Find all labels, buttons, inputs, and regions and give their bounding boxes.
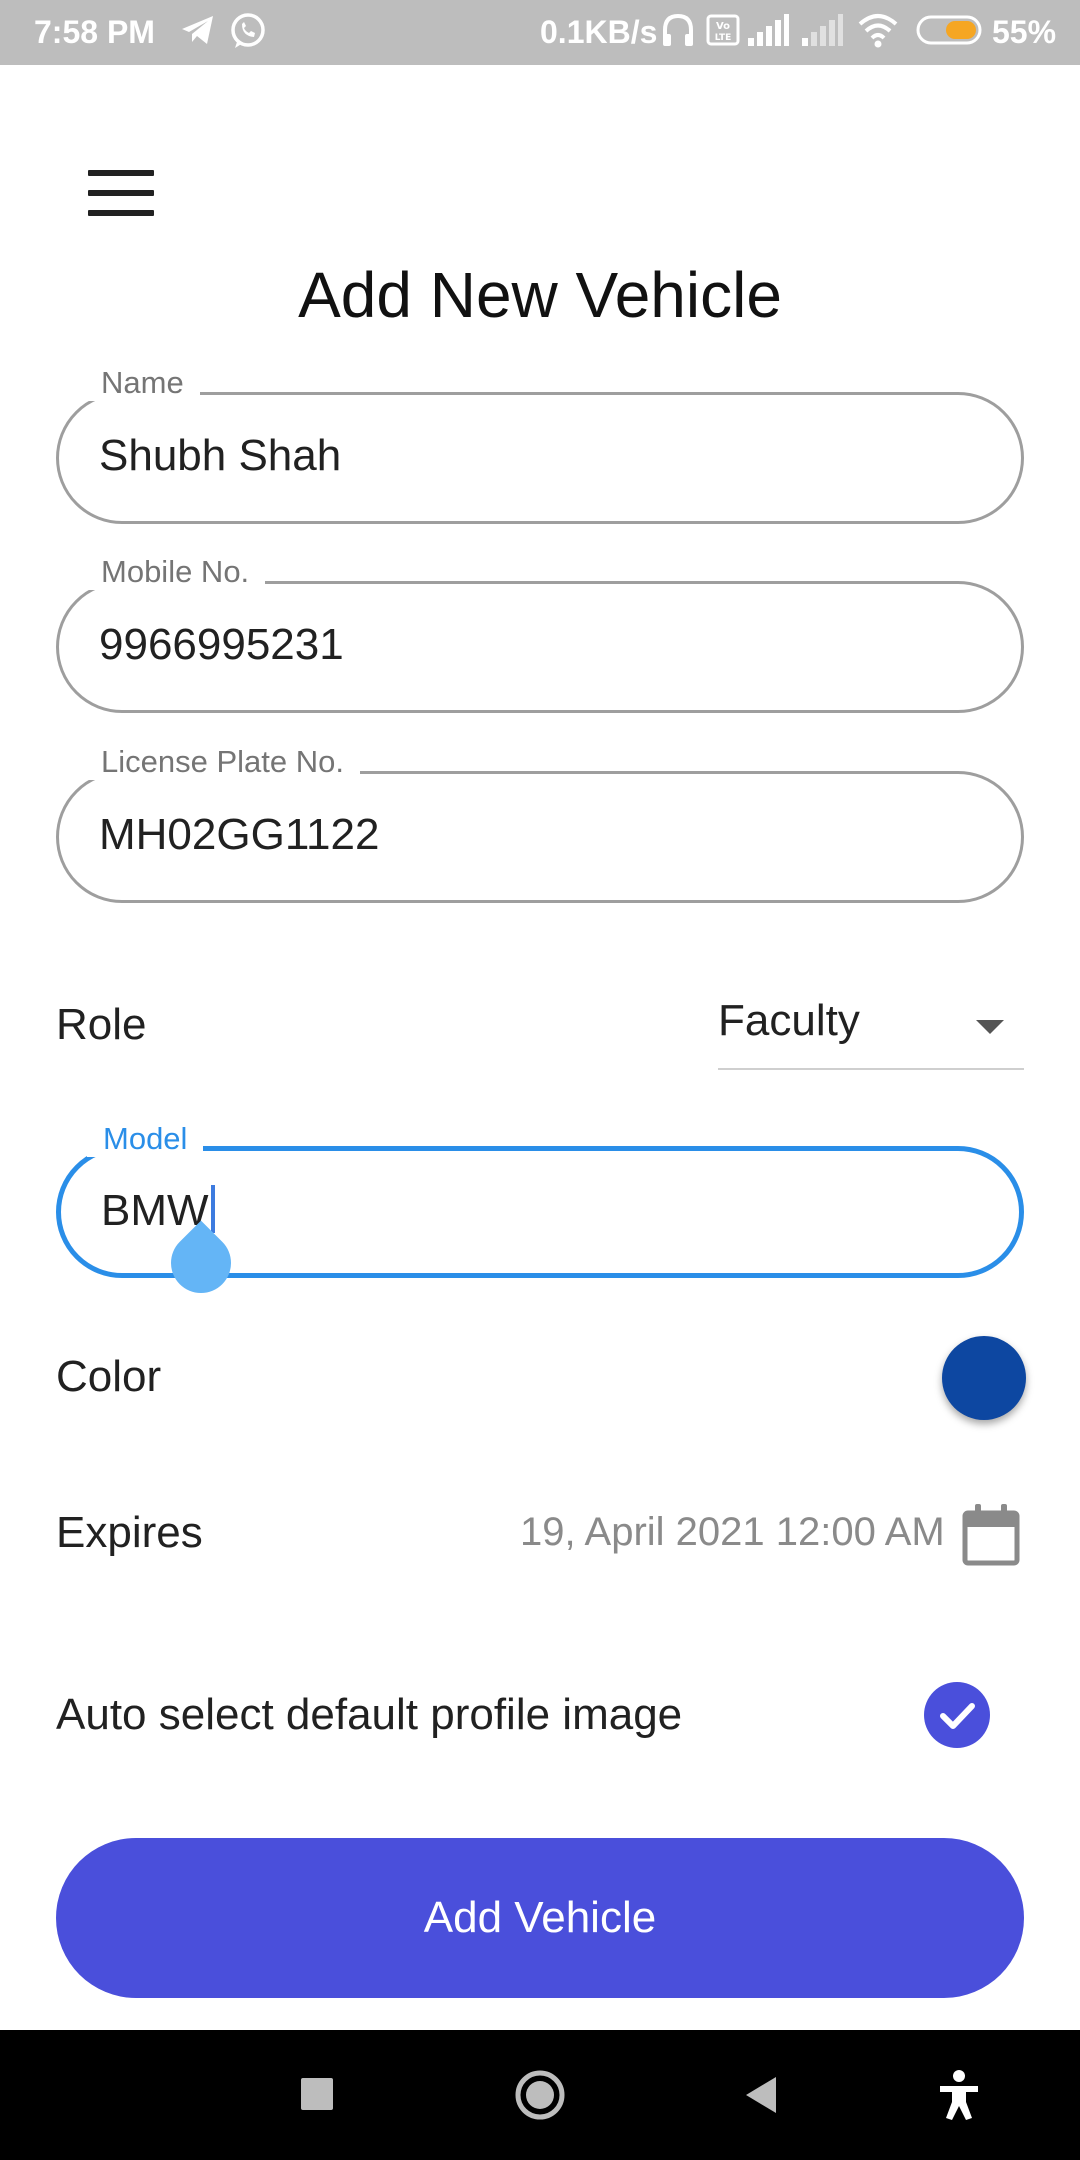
home-icon — [515, 2070, 565, 2120]
color-label: Color — [56, 1352, 162, 1401]
name-field-value: Shubh Shah — [99, 431, 342, 480]
color-picker-swatch[interactable] — [942, 1336, 1026, 1420]
signal-weak-icon — [802, 14, 843, 46]
navigation-bar — [0, 2030, 1080, 2160]
back-icon — [746, 2077, 776, 2113]
accessibility-button[interactable] — [900, 2030, 1020, 2160]
svg-text:Vo: Vo — [716, 21, 730, 32]
mobile-field-label: Mobile No. — [85, 554, 266, 590]
role-dropdown[interactable]: Faculty — [718, 990, 1024, 1070]
svg-text:LTE: LTE — [715, 33, 732, 43]
name-field[interactable]: Name Shubh Shah — [56, 365, 1024, 524]
recents-icon — [301, 2078, 333, 2110]
expires-value[interactable]: 19, April 2021 12:00 AM — [520, 1510, 945, 1555]
accessibility-icon — [940, 2070, 978, 2120]
role-label: Role — [56, 1000, 147, 1049]
expires-label: Expires — [56, 1508, 203, 1557]
whatsapp-icon — [231, 13, 265, 48]
status-bar: 7:58 PM 0.1KB/s Vo LTE 55% — [0, 0, 1080, 65]
dropdown-arrow-icon — [976, 1020, 1004, 1034]
name-field-label: Name — [85, 365, 200, 401]
check-icon — [940, 1703, 975, 1729]
hamburger-menu-icon[interactable] — [88, 170, 154, 216]
network-speed: 0.1KB/s — [540, 14, 658, 50]
mobile-field-value: 9966995231 — [99, 620, 344, 669]
back-button[interactable] — [700, 2030, 820, 2160]
license-plate-field-value: MH02GG1122 — [99, 810, 380, 859]
license-plate-field-label: License Plate No. — [85, 744, 360, 780]
battery-percent: 55% — [992, 14, 1057, 50]
headphones-icon — [663, 13, 693, 46]
role-selected-value: Faculty — [718, 996, 860, 1045]
text-cursor — [210, 1185, 215, 1233]
mobile-field[interactable]: Mobile No. 9966995231 — [56, 554, 1024, 713]
signal-icon — [748, 14, 789, 46]
add-vehicle-button[interactable]: Add Vehicle — [56, 1838, 1024, 1998]
wifi-icon — [858, 14, 898, 48]
auto-profile-checkbox[interactable] — [924, 1682, 990, 1748]
auto-profile-label: Auto select default profile image — [56, 1690, 683, 1739]
recents-button[interactable] — [256, 2030, 376, 2160]
volte-icon: Vo LTE — [706, 14, 740, 46]
model-field[interactable]: Model BMW — [56, 1121, 1024, 1306]
page-title: Add New Vehicle — [298, 259, 782, 331]
license-plate-field[interactable]: License Plate No. MH02GG1122 — [56, 744, 1024, 903]
model-field-label: Model — [87, 1121, 204, 1157]
telegram-icon — [182, 16, 213, 44]
calendar-icon[interactable] — [962, 1504, 1020, 1566]
battery-icon — [916, 15, 982, 45]
status-time: 7:58 PM — [34, 14, 155, 50]
home-button[interactable] — [480, 2030, 600, 2160]
